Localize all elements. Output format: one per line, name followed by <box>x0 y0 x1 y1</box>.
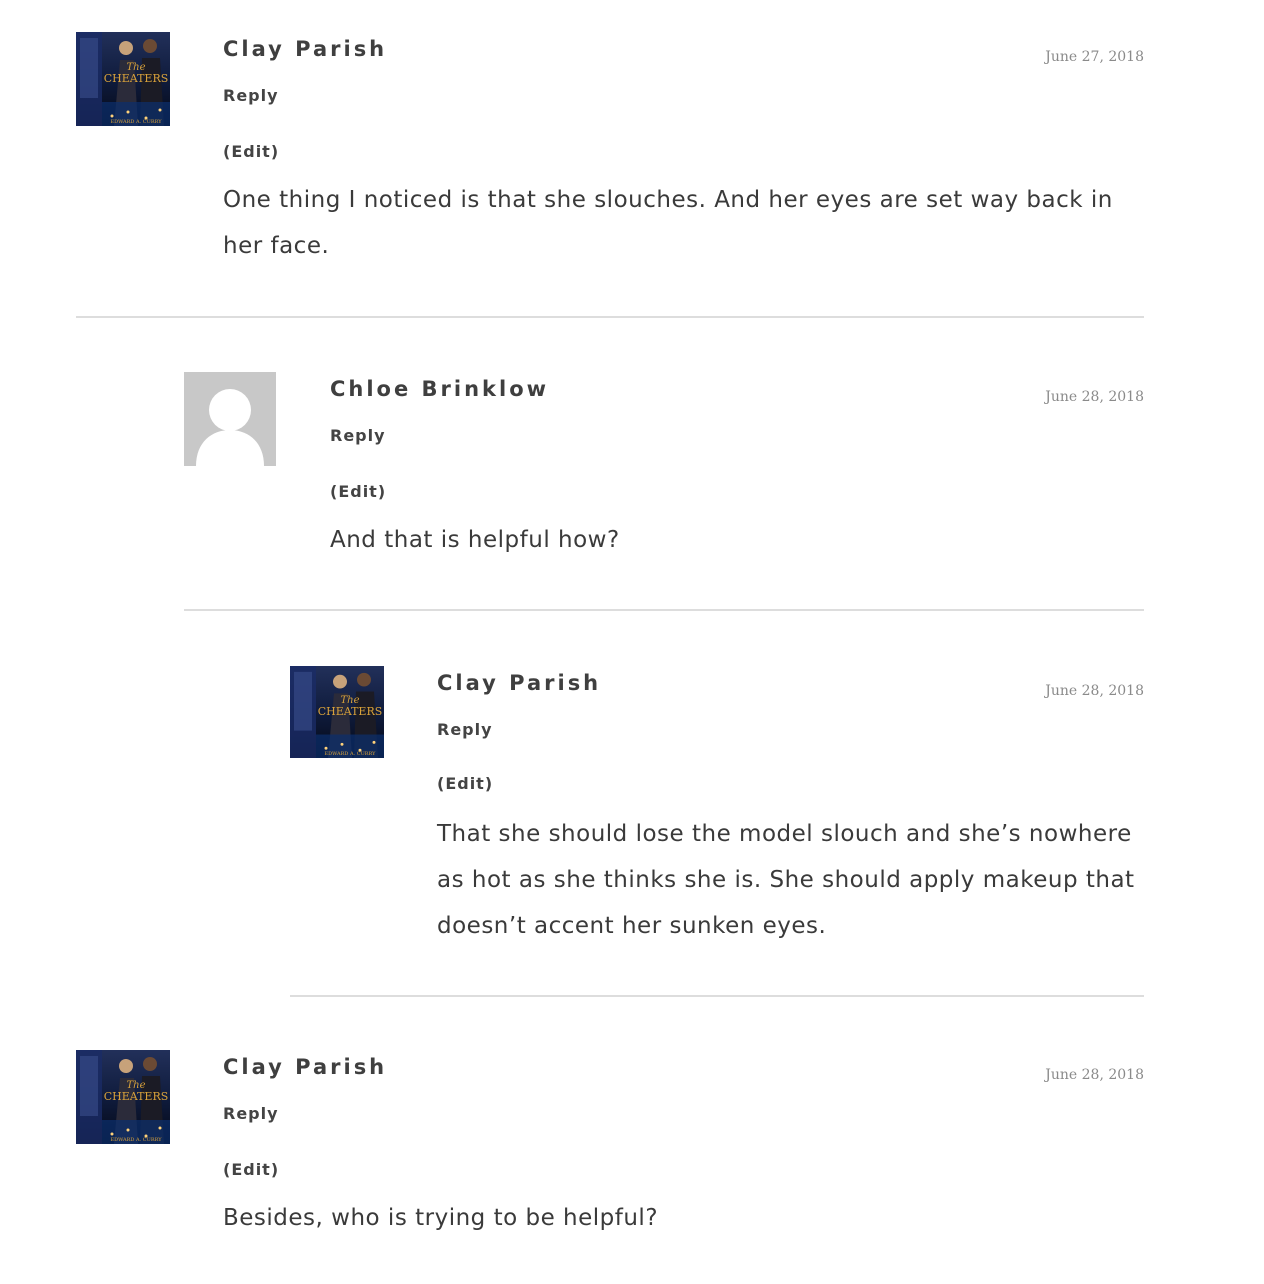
svg-text:EDWARD A. CURRY: EDWARD A. CURRY <box>325 751 377 757</box>
edit-link[interactable]: (Edit) <box>437 774 493 793</box>
comment: The CHEATERS EDWARD A. CURRY Clay Parish… <box>76 1050 1144 1270</box>
avatar: The CHEATERS EDWARD A. CURRY <box>290 666 384 758</box>
comment: Chloe Brinklow June 28, 2018 Reply (Edit… <box>184 372 1144 617</box>
edit-link[interactable]: (Edit) <box>223 142 279 161</box>
book-cover-icon: The CHEATERS EDWARD A. CURRY <box>76 32 170 126</box>
reply-link[interactable]: Reply <box>437 720 493 739</box>
edit-link[interactable]: (Edit) <box>223 1160 279 1179</box>
comment-author[interactable]: Clay Parish <box>223 1055 387 1079</box>
book-cover-icon: The CHEATERS EDWARD A. CURRY <box>290 666 384 758</box>
svg-text:CHEATERS: CHEATERS <box>104 1090 169 1103</box>
avatar: The CHEATERS EDWARD A. CURRY <box>76 32 170 126</box>
comment-date[interactable]: June 28, 2018 <box>1045 683 1144 699</box>
comment: The CHEATERS EDWARD A. CURRY Clay Parish… <box>290 666 1144 1004</box>
avatar: The CHEATERS EDWARD A. CURRY <box>76 1050 170 1144</box>
comment-text: One thing I noticed is that she slouches… <box>223 187 1113 259</box>
comment-date[interactable]: June 27, 2018 <box>1045 49 1144 65</box>
comment: The CHEATERS EDWARD A. CURRY Clay Parish… <box>76 32 1144 322</box>
comment-divider <box>184 609 1144 611</box>
comment-text: That she should lose the model slouch an… <box>437 821 1135 939</box>
comment-text: And that is helpful how? <box>330 527 620 553</box>
comment-author[interactable]: Chloe Brinklow <box>330 377 549 401</box>
avatar <box>184 372 276 466</box>
comment-date[interactable]: June 28, 2018 <box>1045 1067 1144 1083</box>
comment-divider <box>290 995 1144 997</box>
svg-text:EDWARD A. CURRY: EDWARD A. CURRY <box>110 1137 162 1143</box>
comment-divider <box>76 316 1144 318</box>
edit-link[interactable]: (Edit) <box>330 482 386 501</box>
comment-author[interactable]: Clay Parish <box>437 671 601 695</box>
reply-link[interactable]: Reply <box>223 1104 279 1123</box>
reply-link[interactable]: Reply <box>330 426 386 445</box>
default-person-icon <box>184 372 276 466</box>
svg-text:CHEATERS: CHEATERS <box>104 72 169 85</box>
book-cover-icon: The CHEATERS EDWARD A. CURRY <box>76 1050 170 1144</box>
reply-link[interactable]: Reply <box>223 86 279 105</box>
comment-author[interactable]: Clay Parish <box>223 37 387 61</box>
svg-text:CHEATERS: CHEATERS <box>318 705 383 718</box>
comment-text: Besides, who is trying to be helpful? <box>223 1205 659 1231</box>
svg-text:EDWARD A. CURRY: EDWARD A. CURRY <box>110 119 162 125</box>
comment-date[interactable]: June 28, 2018 <box>1045 389 1144 405</box>
